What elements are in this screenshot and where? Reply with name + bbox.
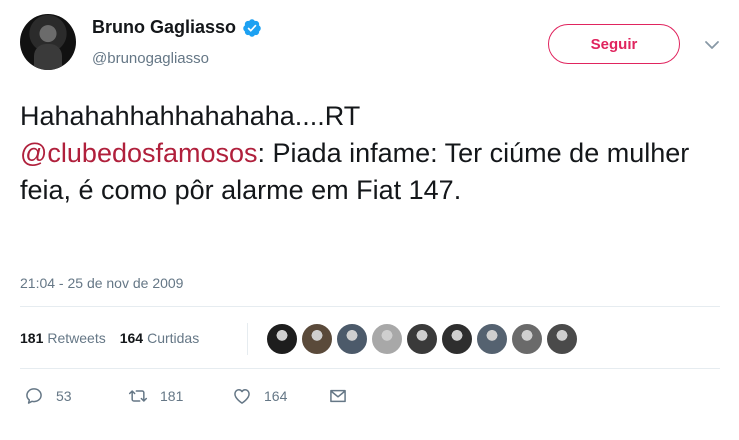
verified-badge-icon (243, 18, 261, 37)
liker-avatar[interactable] (301, 323, 333, 355)
liker-avatar[interactable] (406, 323, 438, 355)
retweet-count: 181 (160, 388, 184, 404)
envelope-icon (330, 389, 346, 403)
tweet-timestamp[interactable]: 21:04 - 25 de nov de 2009 (20, 275, 183, 291)
retweet-icon (128, 390, 148, 402)
follow-button[interactable]: Seguir (548, 24, 680, 64)
mention-link[interactable]: @clubedosfamosos (20, 138, 258, 168)
display-name[interactable]: Bruno Gagliasso (92, 17, 236, 38)
reply-icon (26, 388, 42, 404)
retweets-stat[interactable]: 181 Retweets (20, 330, 106, 346)
tweet-actions: 53 181 164 (24, 386, 348, 406)
direct-message-button[interactable] (328, 386, 348, 406)
likers-avatars (266, 323, 581, 355)
stats-separator (247, 323, 248, 355)
reply-button[interactable]: 53 (24, 386, 128, 406)
likes-count: 164 (119, 330, 144, 346)
liker-avatar[interactable] (336, 323, 368, 355)
reply-count: 53 (56, 388, 72, 404)
tweet-line1: Hahahahhahhahahaha....RT (20, 101, 361, 131)
likes-stat[interactable]: 164 Curtidas (120, 330, 200, 346)
like-count: 164 (264, 388, 288, 404)
retweet-button[interactable]: 181 (128, 386, 232, 406)
retweets-label: Retweets (47, 330, 106, 346)
liker-avatar[interactable] (266, 323, 298, 355)
liker-avatar[interactable] (476, 323, 508, 355)
user-handle[interactable]: @brunogagliasso (92, 50, 209, 67)
liker-avatar[interactable] (371, 323, 403, 355)
like-button[interactable]: 164 (232, 386, 328, 406)
divider (20, 368, 720, 369)
likes-label: Curtidas (147, 330, 200, 346)
tweet-stats: 181 Retweets 164 Curtidas (20, 330, 213, 346)
tweet-text: Hahahahhahhahahaha....RT @clubedosfamoso… (20, 98, 720, 209)
avatar[interactable] (20, 14, 76, 70)
liker-avatar[interactable] (546, 323, 578, 355)
heart-icon (234, 389, 250, 404)
retweets-count: 181 (20, 330, 44, 346)
liker-avatar[interactable] (511, 323, 543, 355)
chevron-down-icon[interactable] (704, 37, 720, 53)
liker-avatar[interactable] (441, 323, 473, 355)
divider (20, 306, 720, 307)
author-name-row[interactable]: Bruno Gagliasso (92, 17, 262, 38)
